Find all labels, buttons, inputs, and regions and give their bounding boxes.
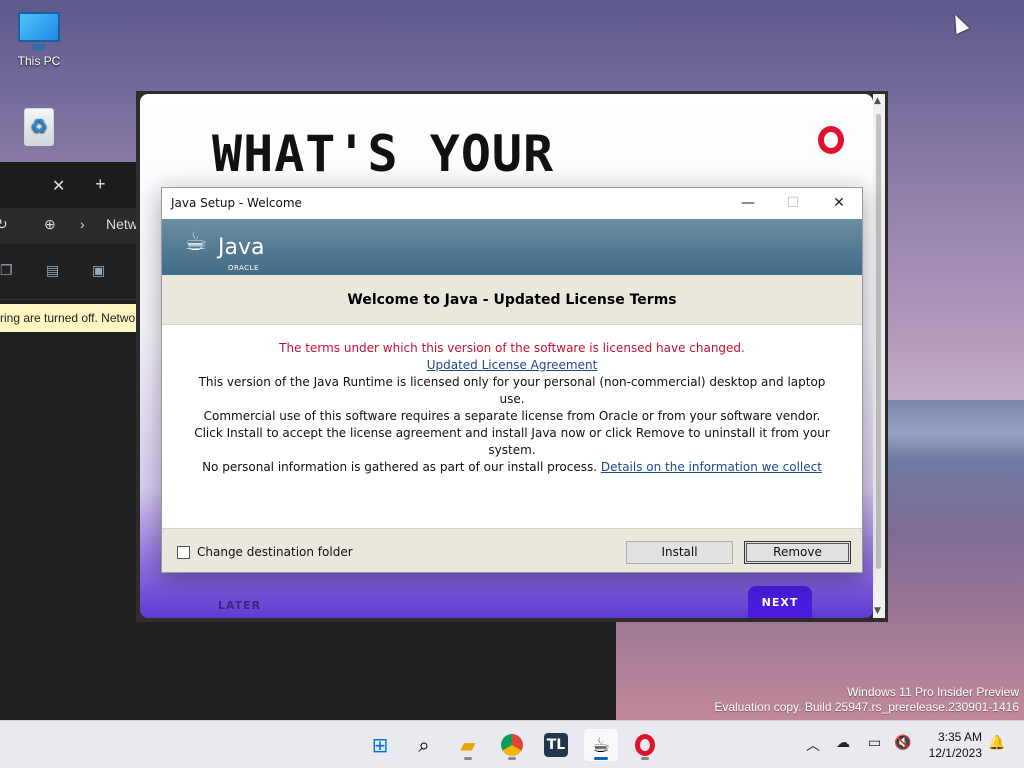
scroll-up-icon[interactable]: ▲ (874, 96, 881, 106)
license-message: The terms under which this version of th… (192, 340, 832, 476)
license-paragraph-personal: This version of the Java Runtime is lice… (198, 375, 826, 406)
scrollbar-thumb[interactable] (876, 114, 881, 569)
clock-date: 12/1/2023 (928, 746, 982, 760)
taskbar-file-explorer[interactable]: ▰ (451, 729, 485, 761)
oracle-logo-text: ORACLE (228, 264, 259, 272)
change-destination-checkbox[interactable] (177, 546, 190, 559)
dialog-title-bar[interactable]: Java Setup - Welcome — ☐ ✕ (162, 188, 862, 219)
rename-icon[interactable]: ▣ (92, 262, 105, 279)
dialog-heading: Welcome to Java - Updated License Terms (162, 275, 862, 325)
watermark-build: Evaluation copy. Build 25947.rs_prerelea… (714, 700, 1019, 714)
install-button[interactable]: Install (626, 541, 733, 564)
scroll-down-icon[interactable]: ▼ (874, 606, 881, 616)
network-icon[interactable]: ▭ (868, 735, 881, 751)
taskbar: ⊞ ⌕ ▰ TL ☕ ︿ ☁ ▭ 🔇 3:35 AM 12/1/2023 🔔 (0, 720, 1024, 768)
details-info-collect-link[interactable]: Details on the information we collect (601, 460, 822, 474)
change-destination-label[interactable]: Change destination folder (197, 545, 353, 559)
chrome-icon (501, 734, 523, 756)
java-logo-text: Java (218, 235, 265, 260)
windows-watermark: Windows 11 Pro Insider Preview Evaluatio… (714, 685, 1019, 715)
opera-logo-icon (818, 126, 844, 154)
running-indicator (508, 757, 516, 760)
mouse-cursor-icon (948, 11, 970, 35)
page-headline: WHAT'S YOUR (212, 125, 555, 183)
dialog-title: Java Setup - Welcome (171, 196, 302, 210)
java-setup-dialog: Java Setup - Welcome — ☐ ✕ ☕ Java ORACLE… (161, 187, 863, 573)
globe-icon: ⊕ (44, 216, 56, 232)
system-clock[interactable]: 3:35 AM 12/1/2023 (920, 729, 982, 761)
folder-icon: ▰ (460, 733, 476, 757)
taskbar-search-button[interactable]: ⌕ (407, 729, 441, 761)
minimize-button[interactable]: — (728, 192, 768, 216)
opera-icon (635, 734, 655, 756)
address-text: Netw (106, 216, 138, 232)
copy-icon[interactable]: ❐ (0, 262, 13, 279)
next-button[interactable]: NEXT (748, 586, 812, 618)
maximize-button: ☐ (786, 195, 800, 211)
watermark-edition: Windows 11 Pro Insider Preview (847, 685, 1019, 699)
taskbar-tl-app[interactable]: TL (539, 729, 573, 761)
remove-button[interactable]: Remove (744, 541, 851, 564)
chevron-right-icon: › (80, 216, 85, 232)
taskbar-java-setup[interactable]: ☕ (584, 729, 618, 761)
later-button[interactable]: LATER (218, 599, 261, 612)
taskbar-chrome[interactable] (495, 729, 529, 761)
running-indicator (641, 757, 649, 760)
new-tab-icon[interactable]: + (95, 174, 106, 195)
search-icon: ⌕ (418, 733, 430, 757)
notification-bell-icon[interactable]: 🔔 (988, 735, 1005, 751)
java-setup-icon: ☕ (592, 733, 610, 757)
refresh-icon[interactable]: ↻ (0, 216, 8, 233)
onedrive-cloud-icon[interactable]: ☁ (836, 735, 850, 751)
dialog-footer: Change destination folder Install Remove (162, 528, 862, 572)
java-banner: ☕ Java ORACLE (162, 219, 862, 275)
desktop-icon-this-pc[interactable]: This PC (7, 12, 71, 68)
desktop-icon-label: This PC (17, 54, 61, 68)
page-scrollbar[interactable]: ▲ ▼ (873, 94, 885, 618)
java-cup-icon: ☕ (184, 227, 208, 257)
close-button[interactable]: ✕ (819, 192, 859, 216)
show-hidden-icons-chevron-icon[interactable]: ︿ (806, 735, 820, 755)
close-tab-icon[interactable]: ✕ (52, 176, 65, 196)
license-paragraph-commercial: Commercial use of this software requires… (203, 409, 821, 423)
taskbar-opera[interactable] (628, 729, 662, 761)
license-paragraph-privacy: No personal information is gathered as p… (192, 459, 832, 476)
license-changed-warning: The terms under which this version of th… (279, 341, 745, 355)
network-discovery-info-bar[interactable]: ring are turned off. Netwo (0, 304, 140, 332)
license-paragraph-install: Click Install to accept the license agre… (194, 426, 830, 457)
privacy-text: No personal information is gathered as p… (202, 460, 598, 474)
start-button[interactable]: ⊞ (363, 729, 397, 761)
running-indicator (464, 757, 472, 760)
recycle-bin-icon: ♻ (24, 108, 54, 146)
active-indicator (594, 757, 608, 760)
monitor-icon (18, 12, 60, 50)
windows-start-icon: ⊞ (371, 733, 389, 757)
desktop-icon-recycle-bin[interactable]: ♻ (7, 108, 71, 146)
paste-icon[interactable]: ▤ (46, 262, 59, 279)
updated-license-agreement-link[interactable]: Updated License Agreement (427, 358, 598, 372)
volume-muted-icon[interactable]: 🔇 (894, 735, 911, 751)
tl-app-icon: TL (544, 733, 568, 757)
clock-time: 3:35 AM (937, 730, 982, 744)
